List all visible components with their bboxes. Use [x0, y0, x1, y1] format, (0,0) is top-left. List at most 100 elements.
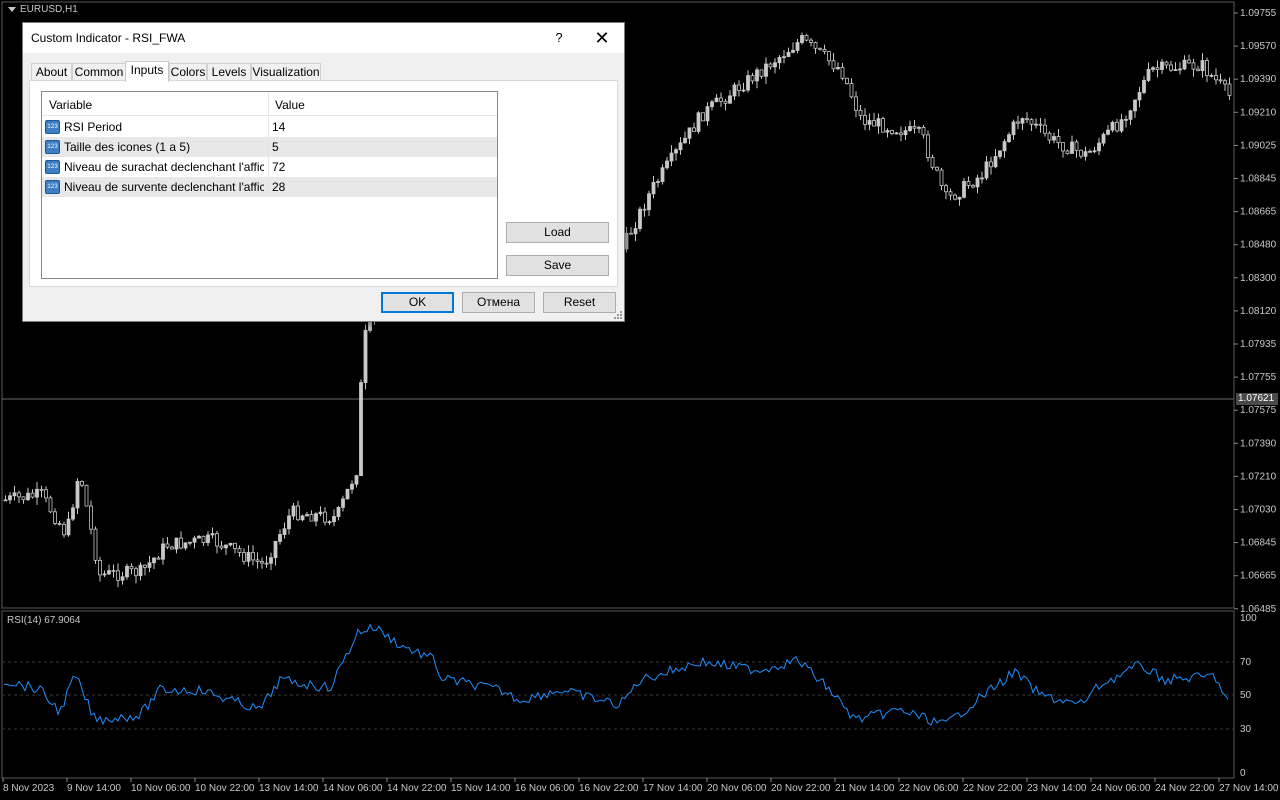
candle-body — [1065, 150, 1070, 154]
rsi-level-label: 50 — [1240, 690, 1252, 701]
close-button[interactable]: ✕ — [588, 26, 616, 50]
candle-body — [1182, 59, 1187, 70]
candle-body — [1074, 141, 1079, 151]
table-row[interactable]: 123 Niveau de surachat declenchant l'aff… — [42, 157, 497, 177]
load-button[interactable]: Load — [506, 222, 609, 243]
candle-body — [332, 516, 336, 523]
candle-body — [363, 329, 368, 383]
candle-body — [1047, 132, 1052, 141]
price-tick-label: 1.08120 — [1240, 306, 1277, 317]
tab-visualization[interactable]: Visualization — [251, 63, 321, 81]
candle-body — [732, 84, 737, 97]
candle-body — [912, 126, 917, 129]
candle-body — [678, 142, 683, 151]
candle-body — [1011, 121, 1016, 136]
candle-body — [624, 232, 629, 250]
candle-body — [354, 475, 359, 485]
candle-body — [921, 127, 926, 136]
candle-body — [255, 559, 260, 562]
candle-body — [1052, 136, 1056, 141]
candle-body — [80, 481, 84, 486]
cell-divider — [268, 137, 269, 157]
table-row[interactable]: 123 Taille des icones (1 a 5) 5 — [42, 137, 497, 157]
candle-body — [1083, 151, 1088, 157]
candle-body — [957, 196, 962, 200]
dialog-title: Custom Indicator - RSI_FWA — [31, 31, 186, 45]
candle-body — [813, 42, 818, 49]
variable-value[interactable]: 28 — [272, 180, 285, 194]
candle-body — [746, 75, 750, 91]
candle-body — [1155, 67, 1160, 70]
price-tick-label: 1.06665 — [1240, 571, 1277, 582]
column-variable-header[interactable]: Variable — [49, 98, 92, 112]
candle-body — [651, 181, 656, 195]
candle-body — [84, 484, 89, 507]
help-button[interactable]: ? — [547, 26, 571, 50]
candle-body — [948, 191, 953, 196]
candle-body — [300, 515, 305, 521]
candle-body — [719, 97, 723, 102]
inputs-grid[interactable]: Variable Value 123 RSI Period 14 123 Tai… — [41, 91, 498, 279]
candle-body — [660, 167, 665, 182]
cancel-button[interactable]: Отмена — [462, 292, 535, 313]
candle-body — [1097, 142, 1101, 152]
candle-body — [282, 528, 287, 535]
candle-body — [161, 543, 165, 560]
table-row[interactable]: 123 Niveau de survente declenchant l'aff… — [42, 177, 497, 197]
variable-value[interactable]: 14 — [272, 120, 285, 134]
resize-grip-icon[interactable] — [613, 310, 623, 320]
variable-name: Niveau de survente declenchant l'affich.… — [64, 180, 264, 194]
candle-body — [849, 83, 854, 98]
variable-name: Taille des icones (1 a 5) — [64, 140, 191, 154]
time-tick-label: 15 Nov 14:00 — [451, 783, 511, 794]
candle-body — [647, 193, 651, 211]
column-value-header[interactable]: Value — [275, 98, 305, 112]
candle-body — [714, 97, 719, 103]
dialog-titlebar[interactable]: Custom Indicator - RSI_FWA ? ✕ — [23, 23, 624, 53]
candle-body — [881, 118, 885, 133]
candle-body — [629, 232, 633, 235]
tab-common[interactable]: Common — [72, 63, 126, 81]
ok-button[interactable]: OK — [381, 292, 454, 313]
symbol-menu-icon[interactable] — [8, 6, 16, 12]
column-divider[interactable] — [268, 92, 269, 116]
candle-body — [1178, 68, 1182, 71]
candle-body — [228, 542, 233, 546]
candle-body — [345, 488, 350, 500]
candle-body — [705, 106, 710, 122]
tab-about[interactable]: About — [31, 63, 72, 81]
custom-indicator-dialog: Custom Indicator - RSI_FWA ? ✕ About Com… — [22, 22, 625, 322]
candle-body — [336, 506, 341, 517]
candle-body — [669, 152, 674, 162]
candle-body — [867, 120, 872, 125]
candle-body — [903, 130, 908, 136]
candle-body — [975, 177, 980, 188]
candle-body — [876, 118, 881, 127]
reset-button[interactable]: Reset — [543, 292, 616, 313]
price-tick-label: 1.08845 — [1240, 174, 1277, 185]
table-row[interactable]: 123 RSI Period 14 — [42, 117, 497, 137]
candle-body — [44, 489, 48, 499]
tab-colors[interactable]: Colors — [169, 63, 207, 81]
candle-body — [1142, 79, 1146, 93]
candle-body — [759, 69, 764, 77]
price-tick-label: 1.08300 — [1240, 273, 1277, 284]
candle-body — [674, 149, 678, 154]
candle-body — [188, 541, 192, 544]
variable-value[interactable]: 5 — [272, 140, 279, 154]
time-tick-label: 17 Nov 14:00 — [643, 783, 703, 794]
candle-body — [723, 100, 728, 104]
candle-body — [1101, 133, 1106, 144]
tab-levels[interactable]: Levels — [207, 63, 251, 81]
candle-body — [246, 552, 251, 562]
candle-body — [242, 552, 246, 562]
time-tick-label: 9 Nov 14:00 — [67, 783, 121, 794]
save-button[interactable]: Save — [506, 255, 609, 276]
candle-body — [215, 533, 219, 547]
time-tick-label: 27 Nov 14:00 — [1219, 783, 1279, 794]
variable-value[interactable]: 72 — [272, 160, 285, 174]
candle-body — [939, 169, 944, 186]
tab-inputs[interactable]: Inputs — [125, 61, 169, 82]
candle-body — [1056, 136, 1061, 143]
candle-body — [926, 134, 930, 158]
